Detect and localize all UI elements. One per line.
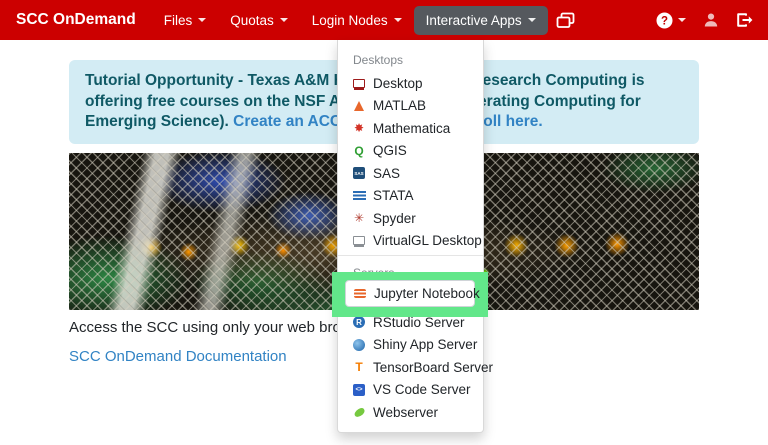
menu-item-label: TensorBoard Server (373, 360, 493, 375)
nav-items: Files Quotas Login Nodes Interactive Apps (152, 6, 548, 35)
virtualgl-icon (352, 234, 366, 248)
menu-item-label: Shiny App Server (373, 337, 477, 352)
nav-item-label: Login Nodes (312, 13, 388, 28)
jupyter-highlight-annotation: Jupyter Notebook (332, 272, 488, 317)
spyder-icon (352, 211, 366, 225)
menu-item-webserver[interactable]: Webserver (338, 401, 483, 424)
nav-item-files[interactable]: Files (152, 6, 219, 35)
menu-item-shiny-app-server[interactable]: Shiny App Server (338, 334, 483, 357)
chevron-down-icon (678, 18, 686, 22)
rstudio-icon (352, 315, 366, 329)
mathematica-icon (352, 121, 366, 135)
menu-item-vs-code-server[interactable]: VS Code Server (338, 379, 483, 402)
top-navbar: SCC OnDemand Files Quotas Login Nodes Inter… (0, 0, 768, 40)
logout-button[interactable] (736, 12, 754, 28)
shiny-icon (352, 338, 366, 352)
menu-item-label: MATLAB (373, 98, 426, 113)
menu-item-label: VS Code Server (373, 382, 471, 397)
menu-item-label: Mathematica (373, 121, 450, 136)
help-icon: ? (656, 12, 673, 29)
menu-item-label: Jupyter Notebook (374, 286, 480, 301)
menu-item-label: Desktop (373, 76, 423, 91)
menu-item-tensorboard-server[interactable]: TensorBoard Server (338, 356, 483, 379)
interactive-apps-menu: Desktops Desktop MATLAB Mathematica QGIS SAS S… (337, 40, 484, 433)
help-menu-button[interactable]: ? (656, 12, 686, 29)
nav-item-interactive-apps[interactable]: Interactive Apps (414, 6, 548, 35)
menu-divider (338, 255, 483, 256)
navbar-right-group: ? (656, 12, 756, 29)
nav-item-label: Interactive Apps (426, 13, 522, 28)
nav-item-quotas[interactable]: Quotas (218, 6, 300, 35)
nav-item-label: Quotas (230, 13, 274, 28)
menu-item-mathematica[interactable]: Mathematica (338, 117, 483, 140)
svg-text:?: ? (661, 15, 668, 27)
menu-item-virtualgl-desktop[interactable]: VirtualGL Desktop (338, 230, 483, 253)
matlab-icon (352, 99, 366, 113)
chevron-down-icon (528, 18, 536, 22)
menu-item-stata[interactable]: STATA (338, 185, 483, 208)
menu-section-header-desktops: Desktops (338, 48, 483, 72)
menu-item-label: Spyder (373, 211, 416, 226)
logout-icon (736, 12, 754, 28)
user-icon (703, 12, 719, 28)
menu-item-matlab[interactable]: MATLAB (338, 95, 483, 118)
sas-icon (352, 166, 366, 180)
menu-item-label: VirtualGL Desktop (373, 233, 482, 248)
menu-item-label: QGIS (373, 143, 407, 158)
nav-item-login-nodes[interactable]: Login Nodes (300, 6, 414, 35)
menu-item-spyder[interactable]: Spyder (338, 207, 483, 230)
menu-item-qgis[interactable]: QGIS (338, 140, 483, 163)
menu-item-label: Webserver (373, 405, 438, 420)
chevron-down-icon (198, 18, 206, 22)
menu-body: Desktops Desktop MATLAB Mathematica QGIS SAS S… (338, 48, 483, 424)
webserver-icon (352, 405, 366, 419)
user-profile-button[interactable] (703, 12, 719, 28)
desktop-icon (352, 76, 366, 90)
menu-item-label: STATA (373, 188, 414, 203)
menu-item-label: RStudio Server (373, 315, 465, 330)
stata-icon (352, 189, 366, 203)
menu-item-sas[interactable]: SAS (338, 162, 483, 185)
my-interactive-sessions-button[interactable] (556, 12, 575, 29)
nav-item-label: Files (164, 13, 193, 28)
brand-link[interactable]: SCC OnDemand (16, 11, 136, 29)
vscode-icon (352, 383, 366, 397)
tensorboard-icon (352, 360, 366, 374)
qgis-icon (352, 144, 366, 158)
documentation-link[interactable]: SCC OnDemand Documentation (69, 348, 287, 365)
menu-item-desktop[interactable]: Desktop (338, 72, 483, 95)
chevron-down-icon (280, 18, 288, 22)
jupyter-icon (353, 287, 367, 301)
alert-text: Emerging Science). (85, 113, 233, 130)
menu-item-label: SAS (373, 166, 400, 181)
chevron-down-icon (394, 18, 402, 22)
menu-item-jupyter-notebook[interactable]: Jupyter Notebook (345, 280, 475, 307)
stacked-windows-icon (556, 12, 575, 29)
